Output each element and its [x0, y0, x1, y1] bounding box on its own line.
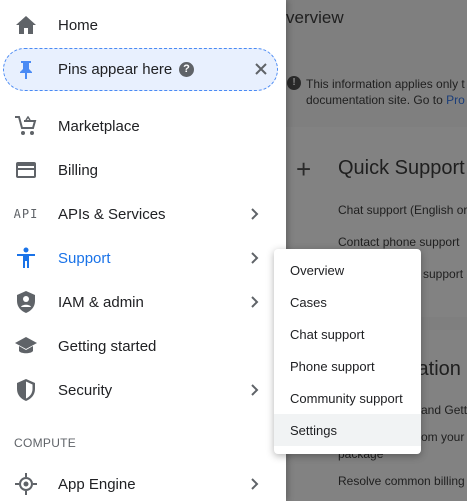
sidebar-item-marketplace[interactable]: Marketplace [0, 104, 286, 148]
quick-support-line: Contact phone support [338, 235, 460, 249]
pins-label: Pins appear here [58, 61, 173, 78]
support-icon [14, 246, 38, 270]
submenu-item-label: Community support [290, 390, 403, 406]
sidebar-item-label: Getting started [58, 337, 157, 355]
submenu-item-label: Chat support [290, 326, 365, 342]
submenu-item-overview[interactable]: Overview [274, 254, 421, 286]
help-icon[interactable]: ? [179, 62, 194, 77]
sidebar-item-label: IAM & admin [58, 293, 144, 311]
page-title: verview [286, 8, 344, 27]
chevron-right-icon [247, 251, 261, 265]
submenu-item-label: Overview [290, 262, 345, 278]
sidebar-item-support[interactable]: Support [0, 236, 286, 280]
sidebar-item-label: Security [58, 381, 113, 399]
info-link[interactable]: Pro [446, 93, 465, 107]
chevron-right-icon [247, 477, 261, 491]
chevron-right-icon [247, 207, 261, 221]
sidebar-item-iam-admin[interactable]: IAM & admin [0, 280, 286, 324]
section-header-compute: COMPUTE [14, 436, 77, 450]
sidebar-item-security[interactable]: Security [0, 368, 286, 412]
info-line-1: This information applies only t [306, 77, 465, 91]
info-icon: ! [287, 76, 301, 90]
navigation-sidebar: Home Pins appear here ? Marketplace Bill… [0, 0, 286, 501]
chevron-right-icon [247, 383, 261, 397]
submenu-item-label: Phone support [290, 358, 375, 374]
quick-support-line: Chat support (English or [338, 203, 467, 217]
sidebar-item-label: APIs & Services [58, 205, 166, 223]
sidebar-item-label: Billing [58, 161, 99, 179]
submenu-item-cases[interactable]: Cases [274, 286, 421, 318]
graduation-cap-icon [14, 334, 38, 358]
info-line-2: documentation site. Go to Pro [306, 93, 465, 107]
submenu-item-label: Settings [290, 422, 337, 438]
security-shield-icon [14, 378, 38, 402]
plus-icon: + [296, 154, 312, 184]
iam-shield-icon [14, 290, 38, 314]
sidebar-item-label: Home [58, 16, 99, 34]
close-icon[interactable] [253, 61, 269, 77]
cart-icon [14, 114, 38, 138]
billing-icon [14, 158, 38, 182]
sidebar-item-getting-started[interactable]: Getting started [0, 324, 286, 368]
sidebar-item-apis-services[interactable]: API APIs & Services [0, 192, 286, 236]
sidebar-item-home[interactable]: Home [0, 3, 286, 47]
documentation-line: and Gett [421, 403, 467, 417]
api-icon-text: API [13, 207, 39, 221]
submenu-item-settings[interactable]: Settings [274, 414, 421, 446]
documentation-line: Resolve common billing [338, 474, 465, 488]
submenu-item-community-support[interactable]: Community support [274, 382, 421, 414]
home-icon [14, 13, 38, 37]
chevron-right-icon [247, 295, 261, 309]
support-submenu: Overview Cases Chat support Phone suppor… [274, 249, 421, 454]
quick-support-line: support [423, 267, 464, 281]
sidebar-item-billing[interactable]: Billing [0, 148, 286, 192]
info-line-2-text: documentation site. Go to [306, 93, 443, 107]
submenu-item-label: Cases [290, 294, 327, 310]
sidebar-item-app-engine[interactable]: App Engine [0, 462, 286, 501]
pin-icon [14, 58, 38, 82]
quick-support-title: Quick Support [338, 157, 465, 179]
sidebar-item-label: Marketplace [58, 117, 140, 135]
submenu-item-phone-support[interactable]: Phone support [274, 350, 421, 382]
sidebar-item-label: Support [58, 249, 111, 267]
sidebar-item-label: App Engine [58, 475, 136, 493]
app-engine-icon [14, 472, 38, 496]
documentation-line: om your C [421, 430, 467, 444]
api-icon: API [14, 202, 38, 226]
submenu-item-chat-support[interactable]: Chat support [274, 318, 421, 350]
